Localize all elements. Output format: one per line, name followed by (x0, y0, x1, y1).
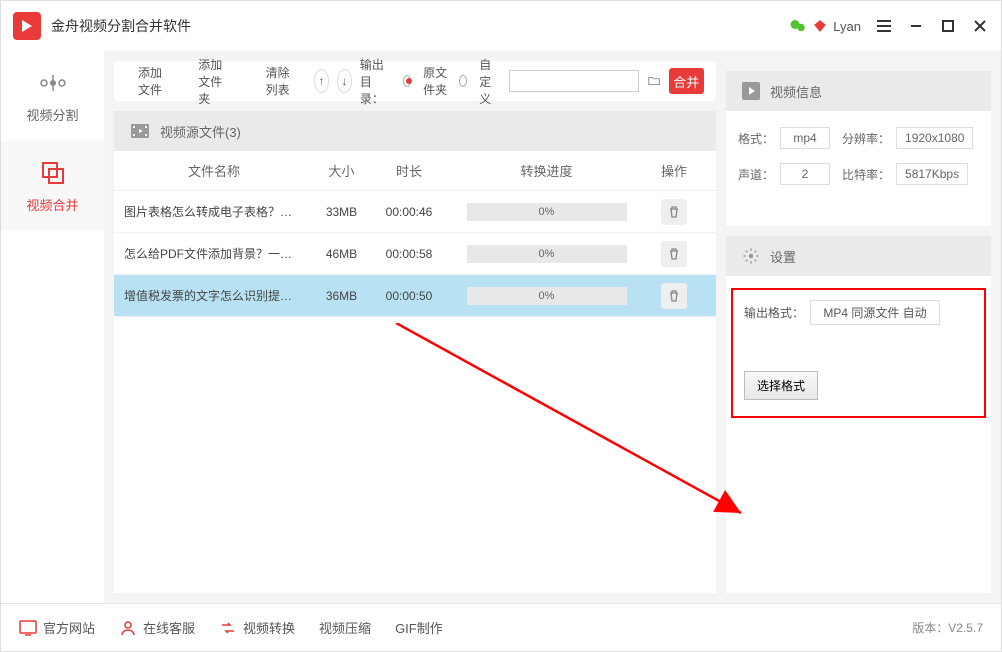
gear-icon (742, 247, 760, 265)
channel-value: 2 (780, 163, 830, 185)
add-folder-button[interactable]: 添加文件夹 (186, 52, 245, 111)
gif-make-link[interactable]: GIF制作 (395, 618, 443, 637)
resolution-value: 1920x1080 (896, 127, 973, 149)
settings-title: 设置 (770, 247, 796, 266)
radio-original-folder[interactable] (403, 75, 411, 87)
radio-custom[interactable] (459, 75, 467, 87)
split-icon (39, 69, 67, 97)
merge-icon (39, 159, 67, 187)
delete-button[interactable] (661, 199, 687, 225)
minimize-button[interactable] (907, 17, 925, 35)
username: Lyan (833, 19, 861, 34)
toolbar: 添加文件 添加文件夹 清除列表 ↑ ↓ 输出目录： 原文件夹 自定义 合并 (114, 61, 716, 101)
play-icon (742, 82, 760, 100)
video-convert-link[interactable]: 视频转换 (219, 618, 295, 637)
table-row[interactable]: 怎么给PDF文件添加背景？一… 46MB 00:00:58 0% (114, 233, 716, 275)
col-size: 大小 (314, 161, 369, 180)
add-file-button[interactable]: 添加文件 (126, 60, 178, 102)
online-chat-link[interactable]: 在线客服 (119, 618, 195, 637)
merge-button[interactable]: 合并 (669, 68, 704, 94)
maximize-button[interactable] (939, 17, 957, 35)
app-logo (13, 12, 41, 40)
app-title: 金舟视频分割合并软件 (51, 16, 191, 36)
bitrate-value: 5817Kbps (896, 163, 968, 185)
output-label: 输出目录： (360, 56, 395, 107)
move-down-button[interactable]: ↓ (337, 69, 352, 93)
col-op: 操作 (644, 161, 704, 180)
sidebar-item-merge[interactable]: 视频合并 (1, 141, 104, 231)
delete-button[interactable] (661, 241, 687, 267)
panel-title: 视频源文件(3) (160, 122, 241, 141)
menu-icon[interactable] (875, 17, 893, 35)
official-site-link[interactable]: 官方网站 (19, 618, 95, 637)
table-row[interactable]: 增值税发票的文字怎么识别提… 36MB 00:00:50 0% (114, 275, 716, 317)
col-dur: 时长 (369, 161, 449, 180)
highlight-frame (731, 288, 986, 418)
close-button[interactable] (971, 17, 989, 35)
sidebar-item-split[interactable]: 视频分割 (1, 51, 104, 141)
table-row[interactable]: 图片表格怎么转成电子表格？… 33MB 00:00:46 0% (114, 191, 716, 233)
video-compress-link[interactable]: 视频压缩 (319, 618, 371, 637)
format-value: mp4 (780, 127, 830, 149)
info-title: 视频信息 (770, 82, 822, 101)
diamond-icon (813, 19, 827, 33)
delete-button[interactable] (661, 283, 687, 309)
col-prog: 转换进度 (449, 161, 644, 180)
film-icon (130, 122, 150, 140)
folder-icon[interactable] (647, 69, 661, 93)
col-name: 文件名称 (114, 161, 314, 180)
version-label: 版本：V2.5.7 (912, 619, 983, 636)
move-up-button[interactable]: ↑ (314, 69, 329, 93)
output-path-input[interactable] (509, 70, 639, 92)
wechat-icon (789, 17, 807, 35)
user-info[interactable]: Lyan (789, 17, 861, 35)
clear-list-button[interactable]: 清除列表 (254, 60, 306, 102)
